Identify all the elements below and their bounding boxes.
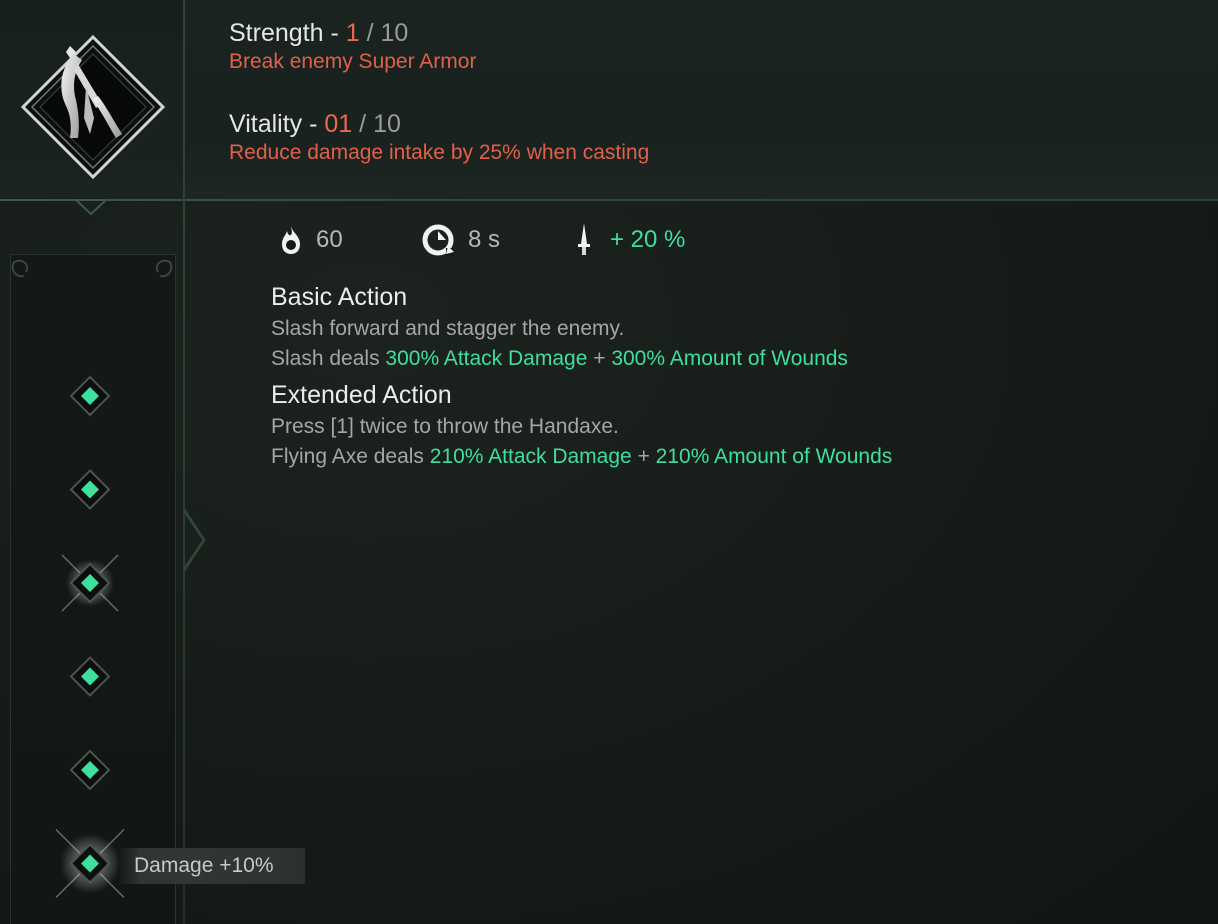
cooldown-stat: 8 s (420, 220, 500, 260)
damage-bonus-stat: + 20 % (576, 220, 685, 260)
strength-label: Strength - (229, 19, 339, 47)
strength-title: Strength - 1 / 10 (229, 18, 476, 48)
skill-description: Basic Action Slash forward and stagger t… (271, 280, 1171, 472)
vitality-effect: Reduce damage intake by 25% when casting (229, 141, 650, 164)
skill-tree (11, 259, 173, 924)
extended-plus: + (637, 445, 650, 468)
basic-attack-damage: 300% Attack Damage (385, 347, 588, 370)
extended-action-prefix: Flying Axe deals (271, 445, 424, 468)
strength-effect: Break enemy Super Armor (229, 50, 477, 73)
extended-action-line2: Flying Axe deals 210% Attack Damage + 21… (271, 442, 1171, 472)
vitality-max: / 10 (359, 110, 401, 138)
skill-tree-node[interactable] (55, 828, 125, 899)
basic-action-title: Basic Action (271, 283, 408, 311)
vitality-current: 01 (324, 110, 353, 138)
cooldown-clock-icon (422, 224, 454, 256)
basic-action-prefix: Slash deals (271, 347, 380, 370)
skill-tree-node[interactable] (61, 554, 119, 612)
skill-tree-node[interactable] (69, 469, 111, 510)
dagger-icon (578, 223, 590, 255)
cooldown-value: 8 s (468, 226, 501, 253)
side-notch (182, 509, 206, 571)
extended-wounds: 210% Amount of Wounds (655, 445, 893, 468)
skill-tree-node[interactable] (69, 375, 111, 417)
strength-current: 1 (345, 19, 360, 47)
node-tooltip-label: Damage +10% (134, 854, 274, 877)
skill-detail-panel: Strength - 1 / 10 Break enemy Super Armo… (0, 0, 1218, 924)
header-notch (76, 199, 106, 216)
extended-attack-damage: 210% Attack Damage (429, 445, 632, 468)
scythe-axe-skill-icon[interactable] (20, 34, 166, 180)
extended-action-title: Extended Action (271, 381, 452, 409)
skill-tree-node[interactable] (69, 656, 111, 697)
vitality-title: Vitality - 01 / 10 (229, 109, 649, 139)
strength-stat: Strength - 1 / 10 Break enemy Super Armo… (229, 18, 476, 76)
basic-plus: + (593, 347, 606, 370)
mana-cost-value: 60 (316, 226, 343, 253)
basic-action-line2: Slash deals 300% Attack Damage + 300% Am… (271, 344, 1171, 374)
basic-action-line1: Slash forward and stagger the enemy. (271, 317, 625, 340)
mana-cost-stat: 60 (278, 220, 343, 260)
extended-action-line1: Press [1] twice to throw the Handaxe. (271, 415, 619, 438)
strength-max: / 10 (366, 19, 409, 47)
flame-icon (282, 226, 300, 254)
damage-bonus-value: + 20 % (610, 226, 686, 253)
vitality-stat: Vitality - 01 / 10 Reduce damage intake … (229, 109, 649, 167)
basic-wounds: 300% Amount of Wounds (611, 347, 848, 370)
vitality-label: Vitality - (229, 110, 318, 138)
skill-tree-node[interactable] (69, 749, 111, 791)
